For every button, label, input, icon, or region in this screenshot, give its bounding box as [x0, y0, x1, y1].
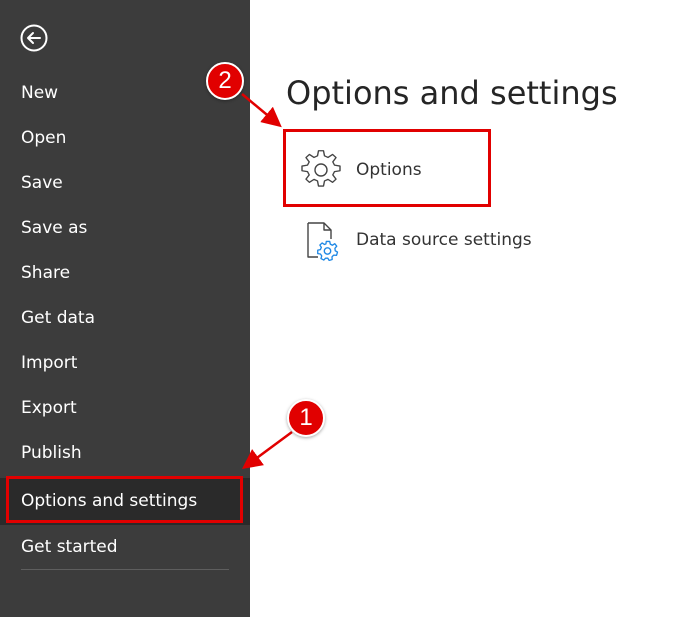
sidebar-item-publish[interactable]: Publish: [0, 431, 250, 476]
data-source-settings-icon: [300, 219, 342, 262]
sidebar-menu: New Open Save Save as Share Get data Imp…: [0, 71, 250, 570]
page-title: Options and settings: [286, 74, 618, 112]
sidebar-item-open[interactable]: Open: [0, 116, 250, 161]
back-button[interactable]: [18, 22, 50, 54]
sidebar-item-save-as[interactable]: Save as: [0, 206, 250, 251]
sidebar-item-save[interactable]: Save: [0, 161, 250, 206]
sidebar-item-import[interactable]: Import: [0, 341, 250, 386]
data-source-settings-label: Data source settings: [356, 230, 532, 250]
data-source-settings-button[interactable]: Data source settings: [300, 217, 600, 263]
sidebar-item-share[interactable]: Share: [0, 251, 250, 296]
sidebar-item-options-and-settings[interactable]: Options and settings: [0, 478, 250, 525]
step-badge-2: 2: [206, 62, 244, 100]
gear-icon: [300, 149, 342, 191]
sidebar-item-export[interactable]: Export: [0, 386, 250, 431]
sidebar-item-get-started[interactable]: Get started: [0, 525, 250, 570]
options-label: Options: [356, 160, 422, 180]
arrow-to-options-and-settings: [241, 430, 293, 469]
sidebar-divider: [21, 569, 229, 570]
sidebar-item-get-data[interactable]: Get data: [0, 296, 250, 341]
options-button[interactable]: Options: [300, 147, 600, 193]
back-arrow-icon: [20, 24, 48, 52]
step-badge-1: 1: [287, 399, 325, 437]
